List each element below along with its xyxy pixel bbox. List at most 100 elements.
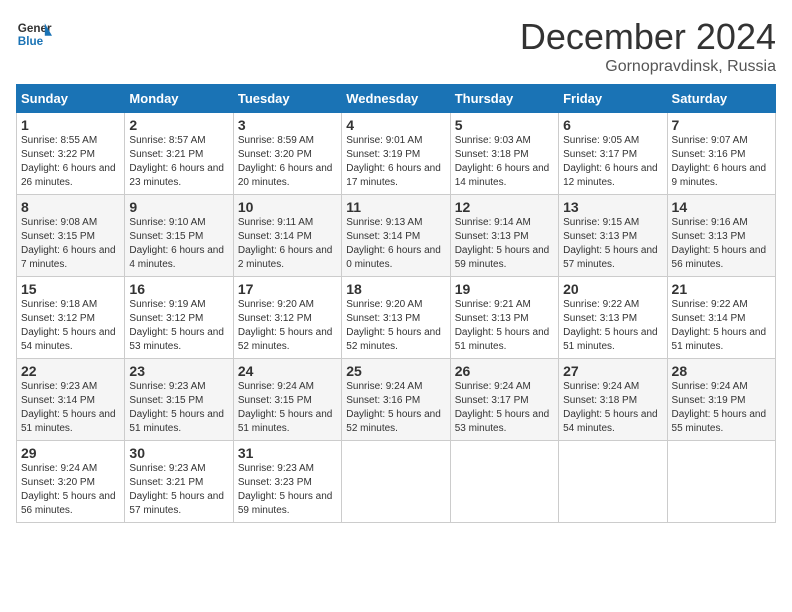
day-cell: 18Sunrise: 9:20 AMSunset: 3:13 PMDayligh…: [342, 277, 450, 359]
day-detail: Sunrise: 9:24 AMSunset: 3:15 PMDaylight:…: [238, 380, 337, 436]
day-cell: 16Sunrise: 9:19 AMSunset: 3:12 PMDayligh…: [125, 277, 233, 359]
calendar-header-row: SundayMondayTuesdayWednesdayThursdayFrid…: [17, 85, 776, 113]
header-friday: Friday: [559, 85, 667, 113]
header-sunday: Sunday: [17, 85, 125, 113]
day-number: 22: [21, 363, 120, 379]
day-detail: Sunrise: 9:23 AMSunset: 3:21 PMDaylight:…: [129, 462, 228, 518]
day-detail: Sunrise: 9:23 AMSunset: 3:14 PMDaylight:…: [21, 380, 120, 436]
day-cell: [450, 441, 558, 523]
day-cell: 8Sunrise: 9:08 AMSunset: 3:15 PMDaylight…: [17, 195, 125, 277]
day-number: 16: [129, 281, 228, 297]
day-number: 26: [455, 363, 554, 379]
day-detail: Sunrise: 8:57 AMSunset: 3:21 PMDaylight:…: [129, 134, 228, 190]
day-cell: 14Sunrise: 9:16 AMSunset: 3:13 PMDayligh…: [667, 195, 775, 277]
day-detail: Sunrise: 9:05 AMSunset: 3:17 PMDaylight:…: [563, 134, 662, 190]
day-cell: 7Sunrise: 9:07 AMSunset: 3:16 PMDaylight…: [667, 113, 775, 195]
week-row-4: 22Sunrise: 9:23 AMSunset: 3:14 PMDayligh…: [17, 359, 776, 441]
day-cell: 19Sunrise: 9:21 AMSunset: 3:13 PMDayligh…: [450, 277, 558, 359]
header-tuesday: Tuesday: [233, 85, 341, 113]
day-number: 28: [672, 363, 771, 379]
week-row-5: 29Sunrise: 9:24 AMSunset: 3:20 PMDayligh…: [17, 441, 776, 523]
day-number: 7: [672, 117, 771, 133]
day-detail: Sunrise: 9:01 AMSunset: 3:19 PMDaylight:…: [346, 134, 445, 190]
week-row-2: 8Sunrise: 9:08 AMSunset: 3:15 PMDaylight…: [17, 195, 776, 277]
day-number: 21: [672, 281, 771, 297]
day-detail: Sunrise: 9:24 AMSunset: 3:19 PMDaylight:…: [672, 380, 771, 436]
day-number: 15: [21, 281, 120, 297]
header-thursday: Thursday: [450, 85, 558, 113]
day-detail: Sunrise: 9:03 AMSunset: 3:18 PMDaylight:…: [455, 134, 554, 190]
day-detail: Sunrise: 9:18 AMSunset: 3:12 PMDaylight:…: [21, 298, 120, 354]
day-number: 13: [563, 199, 662, 215]
day-number: 10: [238, 199, 337, 215]
svg-text:Blue: Blue: [18, 35, 44, 48]
title-block: December 2024 Gornopravdinsk, Russia: [520, 16, 776, 76]
day-cell: 1Sunrise: 8:55 AMSunset: 3:22 PMDaylight…: [17, 113, 125, 195]
day-number: 5: [455, 117, 554, 133]
day-cell: 11Sunrise: 9:13 AMSunset: 3:14 PMDayligh…: [342, 195, 450, 277]
day-cell: 12Sunrise: 9:14 AMSunset: 3:13 PMDayligh…: [450, 195, 558, 277]
day-cell: 6Sunrise: 9:05 AMSunset: 3:17 PMDaylight…: [559, 113, 667, 195]
day-number: 12: [455, 199, 554, 215]
week-row-1: 1Sunrise: 8:55 AMSunset: 3:22 PMDaylight…: [17, 113, 776, 195]
calendar-body: 1Sunrise: 8:55 AMSunset: 3:22 PMDaylight…: [17, 113, 776, 523]
day-number: 31: [238, 445, 337, 461]
logo: General Blue: [16, 16, 56, 52]
day-cell: 31Sunrise: 9:23 AMSunset: 3:23 PMDayligh…: [233, 441, 341, 523]
day-number: 27: [563, 363, 662, 379]
day-cell: 23Sunrise: 9:23 AMSunset: 3:15 PMDayligh…: [125, 359, 233, 441]
day-number: 4: [346, 117, 445, 133]
page-header: General Blue December 2024 Gornopravdins…: [16, 16, 776, 76]
day-cell: 26Sunrise: 9:24 AMSunset: 3:17 PMDayligh…: [450, 359, 558, 441]
day-detail: Sunrise: 8:59 AMSunset: 3:20 PMDaylight:…: [238, 134, 337, 190]
day-detail: Sunrise: 9:22 AMSunset: 3:14 PMDaylight:…: [672, 298, 771, 354]
day-detail: Sunrise: 9:24 AMSunset: 3:16 PMDaylight:…: [346, 380, 445, 436]
day-detail: Sunrise: 9:24 AMSunset: 3:18 PMDaylight:…: [563, 380, 662, 436]
day-number: 14: [672, 199, 771, 215]
day-cell: 30Sunrise: 9:23 AMSunset: 3:21 PMDayligh…: [125, 441, 233, 523]
day-cell: [667, 441, 775, 523]
day-detail: Sunrise: 9:13 AMSunset: 3:14 PMDaylight:…: [346, 216, 445, 272]
day-cell: 24Sunrise: 9:24 AMSunset: 3:15 PMDayligh…: [233, 359, 341, 441]
page-subtitle: Gornopravdinsk, Russia: [520, 58, 776, 76]
day-cell: 25Sunrise: 9:24 AMSunset: 3:16 PMDayligh…: [342, 359, 450, 441]
day-detail: Sunrise: 9:14 AMSunset: 3:13 PMDaylight:…: [455, 216, 554, 272]
day-number: 8: [21, 199, 120, 215]
day-detail: Sunrise: 9:23 AMSunset: 3:23 PMDaylight:…: [238, 462, 337, 518]
day-detail: Sunrise: 9:22 AMSunset: 3:13 PMDaylight:…: [563, 298, 662, 354]
logo-icon: General Blue: [16, 16, 52, 52]
day-number: 1: [21, 117, 120, 133]
header-monday: Monday: [125, 85, 233, 113]
day-detail: Sunrise: 9:19 AMSunset: 3:12 PMDaylight:…: [129, 298, 228, 354]
day-number: 17: [238, 281, 337, 297]
day-number: 30: [129, 445, 228, 461]
day-number: 25: [346, 363, 445, 379]
day-cell: 27Sunrise: 9:24 AMSunset: 3:18 PMDayligh…: [559, 359, 667, 441]
day-number: 3: [238, 117, 337, 133]
day-detail: Sunrise: 9:20 AMSunset: 3:12 PMDaylight:…: [238, 298, 337, 354]
day-number: 2: [129, 117, 228, 133]
day-number: 6: [563, 117, 662, 133]
day-detail: Sunrise: 9:15 AMSunset: 3:13 PMDaylight:…: [563, 216, 662, 272]
day-cell: 20Sunrise: 9:22 AMSunset: 3:13 PMDayligh…: [559, 277, 667, 359]
day-detail: Sunrise: 9:23 AMSunset: 3:15 PMDaylight:…: [129, 380, 228, 436]
day-detail: Sunrise: 9:10 AMSunset: 3:15 PMDaylight:…: [129, 216, 228, 272]
day-number: 20: [563, 281, 662, 297]
day-detail: Sunrise: 9:11 AMSunset: 3:14 PMDaylight:…: [238, 216, 337, 272]
day-detail: Sunrise: 9:24 AMSunset: 3:17 PMDaylight:…: [455, 380, 554, 436]
day-number: 11: [346, 199, 445, 215]
day-detail: Sunrise: 9:20 AMSunset: 3:13 PMDaylight:…: [346, 298, 445, 354]
day-cell: 21Sunrise: 9:22 AMSunset: 3:14 PMDayligh…: [667, 277, 775, 359]
day-cell: 3Sunrise: 8:59 AMSunset: 3:20 PMDaylight…: [233, 113, 341, 195]
page-title: December 2024: [520, 16, 776, 58]
day-cell: 4Sunrise: 9:01 AMSunset: 3:19 PMDaylight…: [342, 113, 450, 195]
day-cell: [342, 441, 450, 523]
day-detail: Sunrise: 9:07 AMSunset: 3:16 PMDaylight:…: [672, 134, 771, 190]
day-cell: 22Sunrise: 9:23 AMSunset: 3:14 PMDayligh…: [17, 359, 125, 441]
day-number: 29: [21, 445, 120, 461]
day-detail: Sunrise: 9:16 AMSunset: 3:13 PMDaylight:…: [672, 216, 771, 272]
day-detail: Sunrise: 8:55 AMSunset: 3:22 PMDaylight:…: [21, 134, 120, 190]
day-detail: Sunrise: 9:21 AMSunset: 3:13 PMDaylight:…: [455, 298, 554, 354]
day-detail: Sunrise: 9:08 AMSunset: 3:15 PMDaylight:…: [21, 216, 120, 272]
calendar-table: SundayMondayTuesdayWednesdayThursdayFrid…: [16, 84, 776, 523]
